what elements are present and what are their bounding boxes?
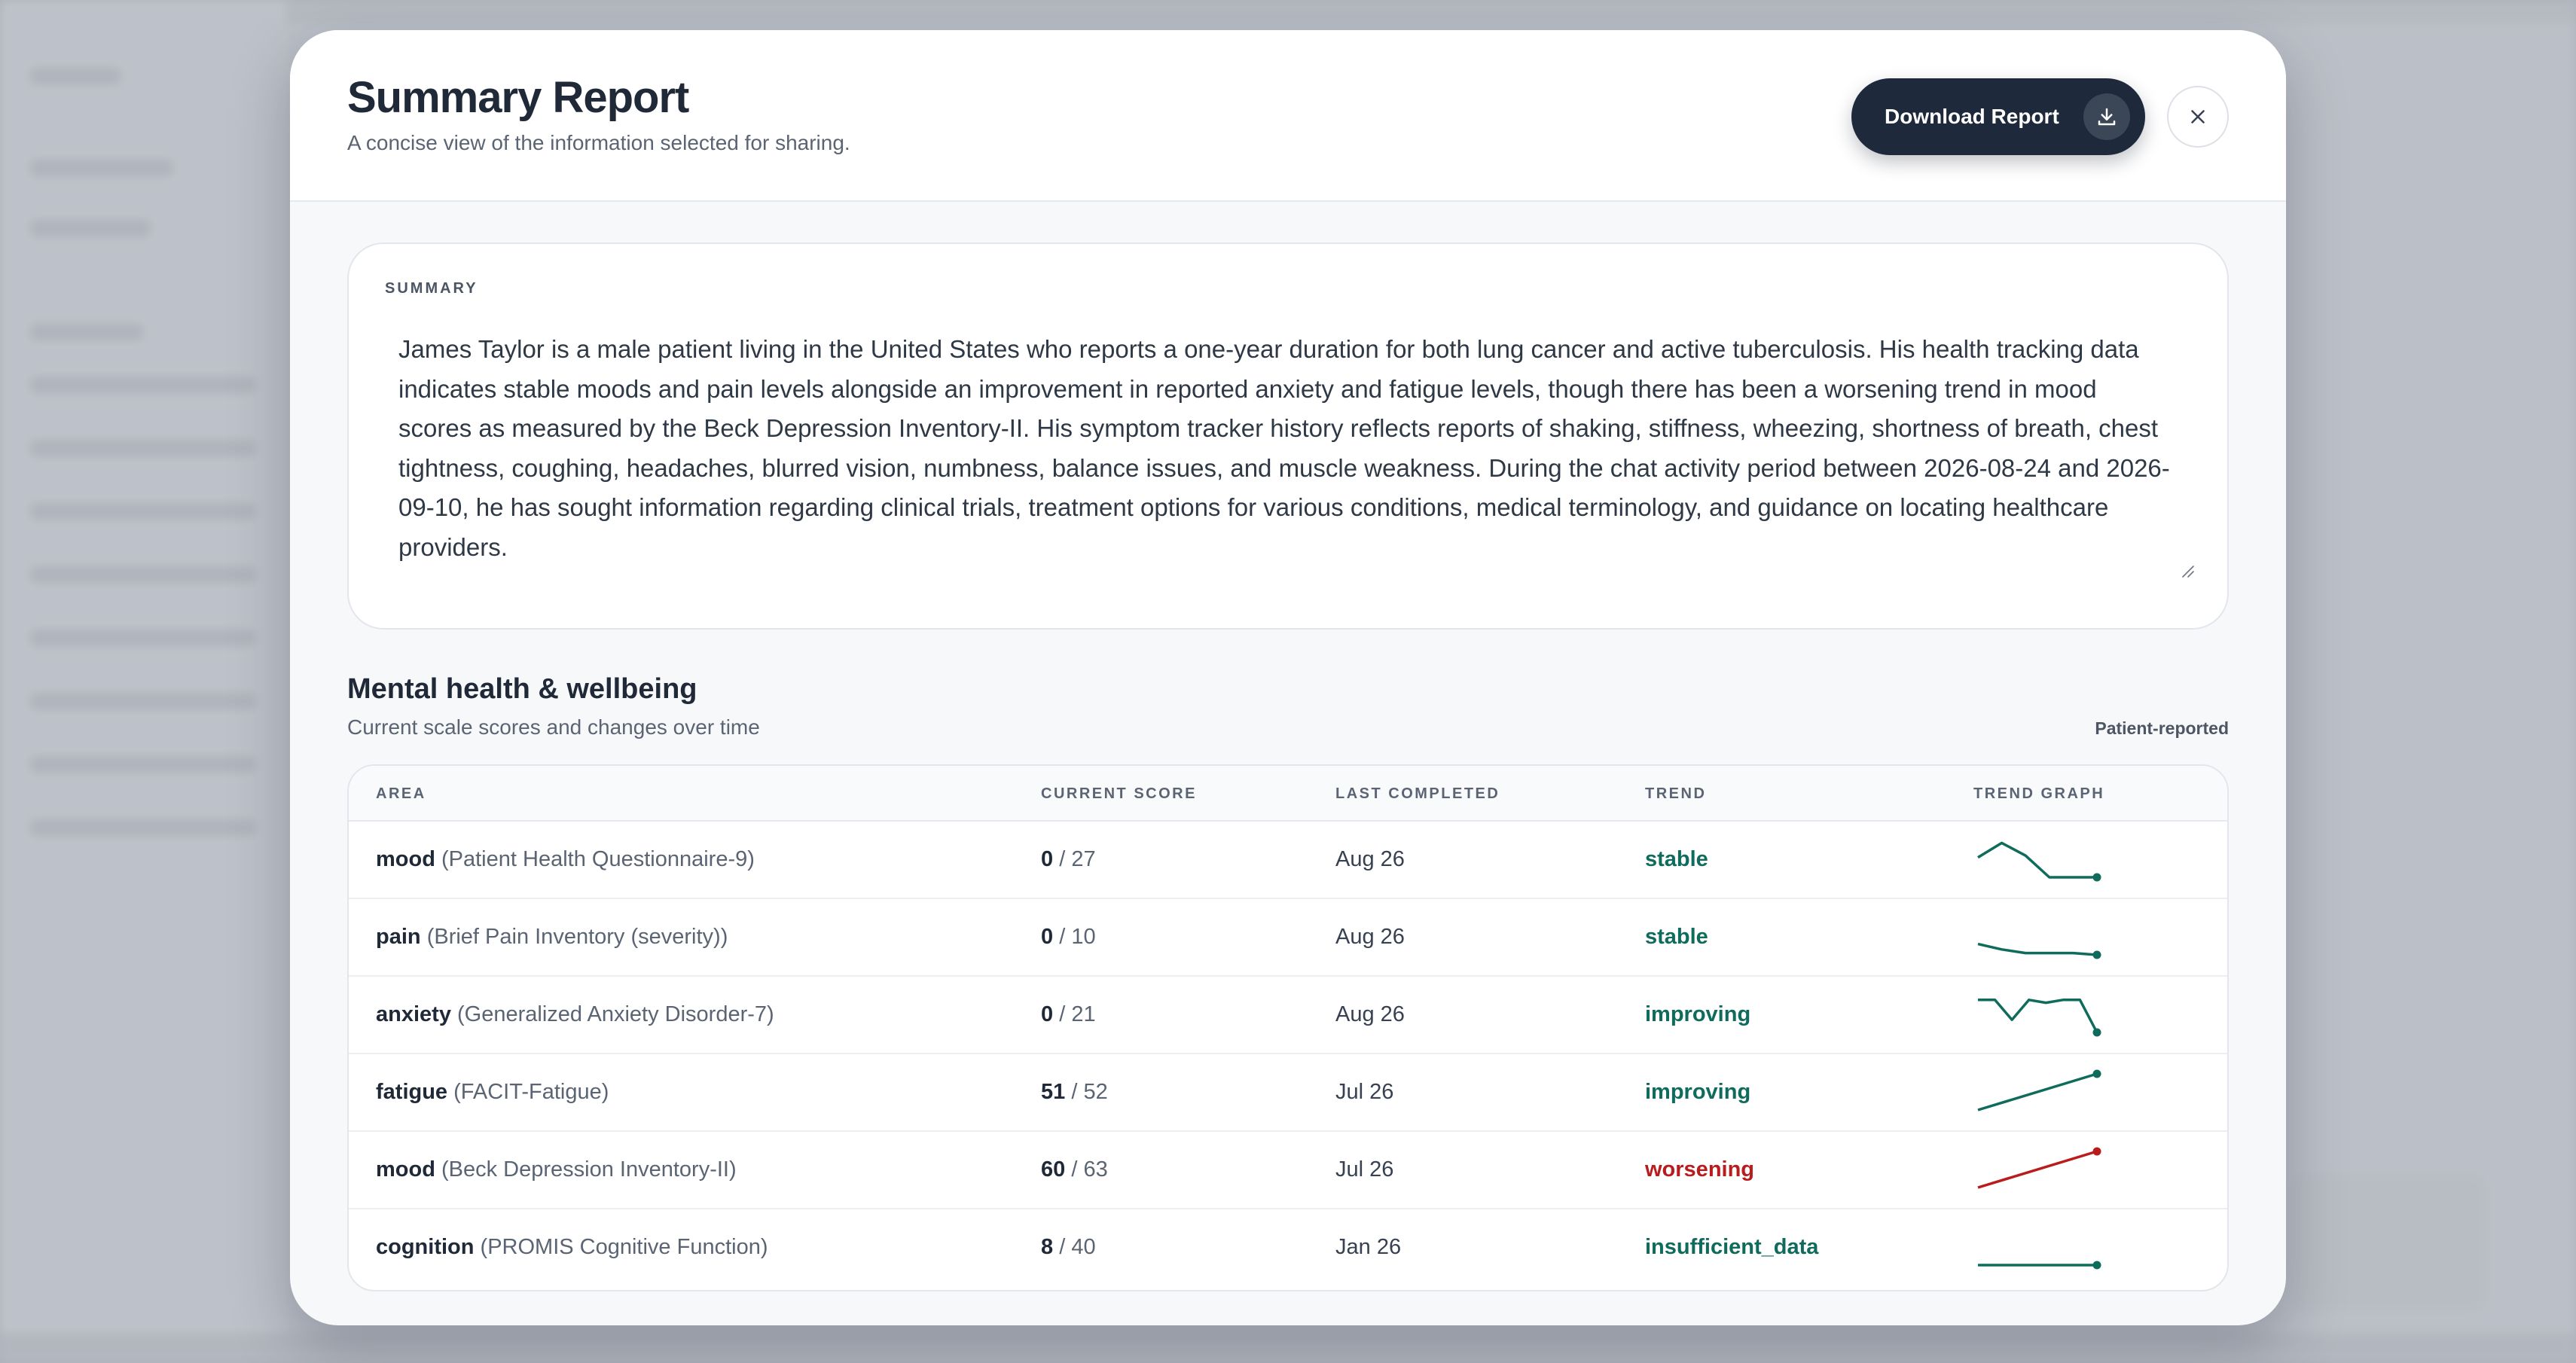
sparkline-endpoint	[2092, 1028, 2101, 1037]
sparkline-endpoint	[2092, 1261, 2101, 1270]
scores-table: AREA CURRENT SCORE LAST COMPLETED TREND …	[347, 764, 2229, 1291]
trend-cell: improving	[1645, 1080, 1751, 1104]
section-subtitle: Current scale scores and changes over ti…	[347, 715, 760, 739]
sparkline-endpoint	[2092, 1147, 2101, 1156]
area-scale: (FACIT-Fatigue)	[453, 1080, 609, 1104]
score-cell: 51 / 52	[1041, 1080, 1108, 1105]
score-cell: 60 / 63	[1041, 1157, 1108, 1182]
score-max: / 21	[1059, 1002, 1096, 1026]
last-completed-cell: Aug 26	[1335, 847, 1405, 871]
score-max: / 52	[1071, 1080, 1108, 1104]
score-value: 0	[1041, 1002, 1054, 1026]
trend-sparkline	[1977, 1147, 2101, 1189]
trend-sparkline	[1978, 999, 2101, 1037]
area-scale: (Patient Health Questionnaire-9)	[441, 847, 755, 871]
score-cell: 0 / 27	[1041, 847, 1096, 872]
close-button[interactable]	[2167, 86, 2229, 148]
column-header-trend-graph: TREND GRAPH	[1973, 785, 2105, 802]
area-cell: anxiety (Generalized Anxiety Disorder-7)	[376, 1002, 774, 1027]
page-title: Summary Report	[347, 73, 689, 122]
last-completed-cell: Jul 26	[1335, 1080, 1394, 1104]
section-title: Mental health & wellbeing	[347, 673, 697, 705]
patient-reported-tag: Patient-reported	[2095, 718, 2229, 738]
area-name: mood	[376, 847, 435, 871]
score-cell: 8 / 40	[1041, 1235, 1096, 1260]
score-max: / 40	[1059, 1235, 1096, 1259]
area-name: fatigue	[376, 1080, 448, 1104]
trend-cell: insufficient_data	[1645, 1235, 1819, 1259]
area-name: anxiety	[376, 1002, 451, 1026]
area-scale: (Brief Pain Inventory (severity))	[426, 925, 728, 949]
trend-sparkline	[1977, 942, 2101, 959]
score-value: 0	[1041, 925, 1054, 949]
score-max: / 10	[1059, 925, 1096, 949]
sparkline-path	[1977, 1150, 2098, 1189]
close-icon	[2187, 105, 2209, 128]
trend-sparkline	[1978, 1261, 2101, 1270]
score-value: 60	[1041, 1157, 1066, 1182]
sparkline-endpoint	[2092, 950, 2101, 959]
area-cell: cognition (PROMIS Cognitive Function)	[376, 1235, 768, 1260]
column-header-last-completed: LAST COMPLETED	[1335, 785, 1500, 802]
table-row: fatigue (FACIT-Fatigue) 51 / 52 Jul 26 impr…	[349, 1054, 2227, 1132]
score-value: 51	[1041, 1080, 1066, 1104]
column-header-area: AREA	[376, 785, 426, 802]
sparkline-endpoint	[2092, 873, 2101, 882]
download-icon	[2083, 93, 2130, 140]
sparkline-path	[1977, 841, 2097, 879]
column-header-current-score: CURRENT SCORE	[1041, 785, 1197, 802]
page-subtitle: A concise view of the information select…	[347, 131, 850, 154]
table-row: mood (Patient Health Questionnaire-9) 0 /…	[349, 822, 2227, 899]
table-row: anxiety (Generalized Anxiety Disorder-7)…	[349, 977, 2227, 1054]
modal-header: Summary Report A concise view of the inf…	[290, 30, 2286, 202]
area-scale: (PROMIS Cognitive Function)	[480, 1235, 768, 1259]
score-value: 8	[1041, 1235, 1054, 1259]
trend-cell: stable	[1645, 847, 1708, 871]
last-completed-cell: Jan 26	[1335, 1235, 1402, 1259]
summary-textarea[interactable]: James Taylor is a male patient living in…	[398, 330, 2176, 567]
resize-handle-icon[interactable]	[2181, 564, 2194, 581]
table-row: pain (Brief Pain Inventory (severity)) 0 …	[349, 899, 2227, 977]
trend-cell: improving	[1645, 1002, 1751, 1026]
table-header: AREA CURRENT SCORE LAST COMPLETED TREND …	[349, 766, 2227, 822]
area-cell: mood (Beck Depression Inventory-II)	[376, 1157, 737, 1182]
last-completed-cell: Aug 26	[1335, 1002, 1405, 1026]
area-name: cognition	[376, 1235, 475, 1259]
download-report-label: Download Report	[1885, 105, 2059, 128]
sparkline-path	[1977, 1072, 2098, 1111]
download-report-button[interactable]: Download Report	[1851, 78, 2145, 155]
score-max: / 63	[1071, 1157, 1108, 1182]
sparkline-path	[1978, 999, 2098, 1033]
last-completed-cell: Jul 26	[1335, 1157, 1394, 1182]
sparkline-endpoint	[2092, 1069, 2101, 1078]
summary-card: SUMMARY James Taylor is a male patient l…	[347, 242, 2229, 630]
summary-report-modal: Summary Report A concise view of the inf…	[290, 30, 2286, 1325]
score-value: 0	[1041, 847, 1054, 871]
table-row: cognition (PROMIS Cognitive Function) 8 /…	[349, 1209, 2227, 1287]
table-row: mood (Beck Depression Inventory-II) 60 / …	[349, 1132, 2227, 1209]
area-name: mood	[376, 1157, 435, 1182]
area-scale: (Beck Depression Inventory-II)	[441, 1157, 737, 1182]
summary-label: SUMMARY	[385, 280, 478, 297]
last-completed-cell: Aug 26	[1335, 925, 1405, 949]
area-cell: pain (Brief Pain Inventory (severity))	[376, 925, 728, 950]
trend-sparkline	[1977, 841, 2101, 882]
score-max: / 27	[1059, 847, 1096, 871]
trend-cell: worsening	[1645, 1157, 1755, 1182]
area-cell: mood (Patient Health Questionnaire-9)	[376, 847, 755, 872]
score-cell: 0 / 21	[1041, 1002, 1096, 1027]
area-name: pain	[376, 925, 421, 949]
trend-cell: stable	[1645, 925, 1708, 949]
score-cell: 0 / 10	[1041, 925, 1096, 950]
area-cell: fatigue (FACIT-Fatigue)	[376, 1080, 609, 1105]
sparkline-path	[1977, 942, 2098, 956]
area-scale: (Generalized Anxiety Disorder-7)	[457, 1002, 774, 1026]
trend-sparkline	[1977, 1069, 2101, 1111]
column-header-trend: TREND	[1645, 785, 1707, 802]
